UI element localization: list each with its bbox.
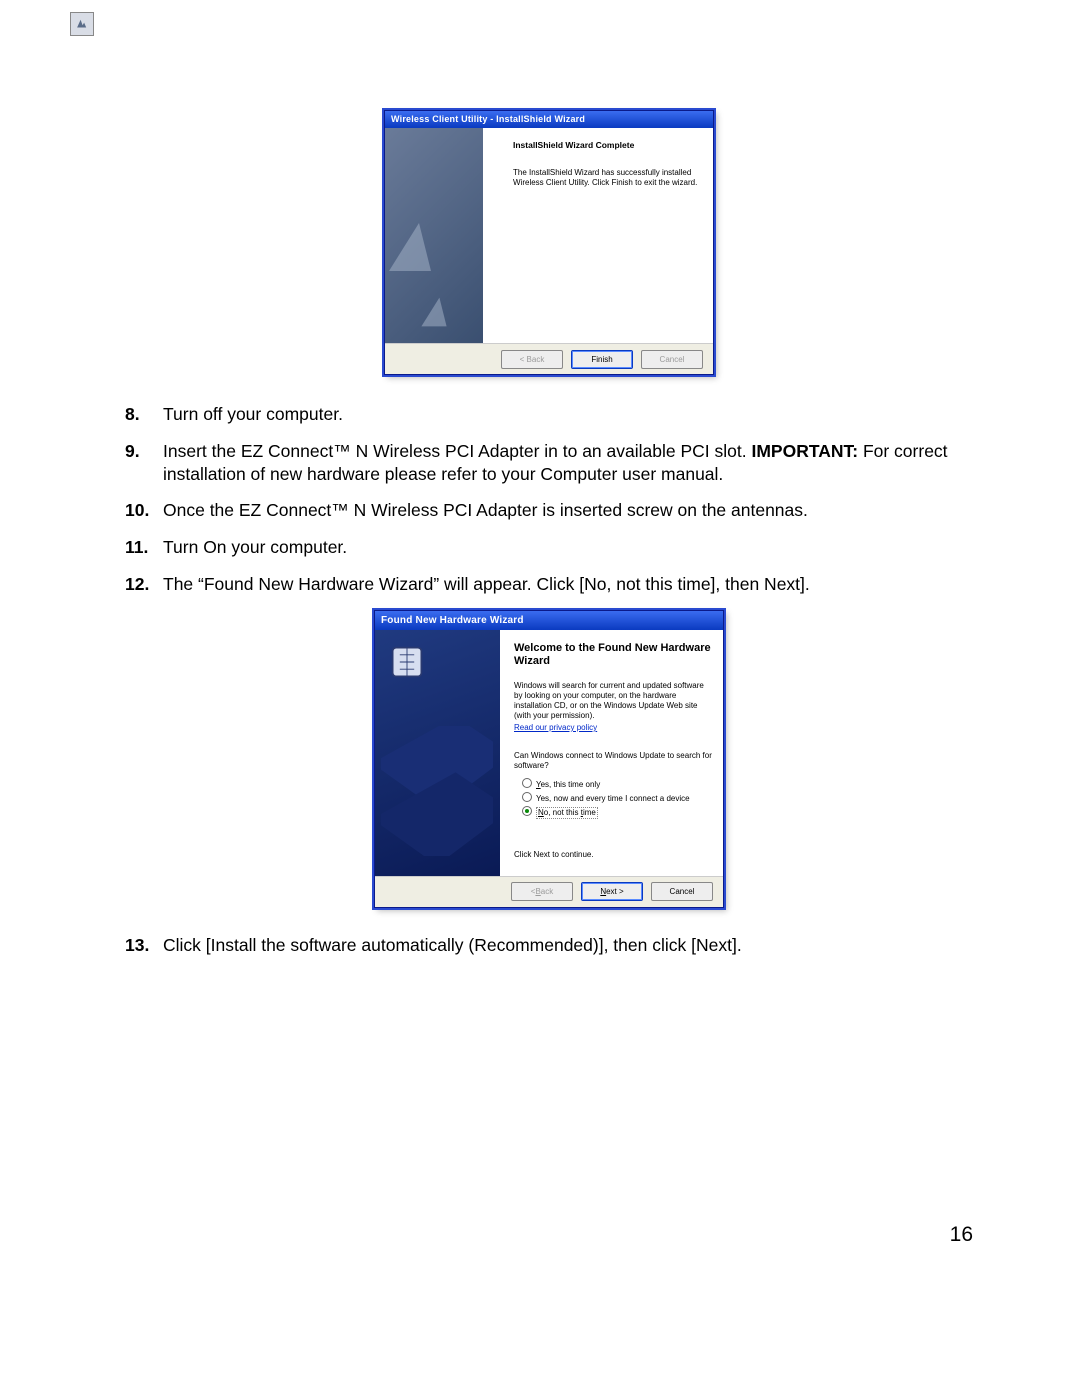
fnhw-back-button[interactable]: < Back bbox=[511, 882, 573, 901]
step-13: 13. Click [Install the software automati… bbox=[125, 934, 973, 957]
installshield-sidebar bbox=[385, 128, 483, 343]
step-8: 8. Turn off your computer. bbox=[125, 403, 973, 426]
privacy-policy-link[interactable]: Read our privacy policy bbox=[514, 723, 597, 733]
found-new-hardware-dialog: Found New Hardware Wizard Welcome to the… bbox=[374, 610, 724, 908]
installshield-logo-icon bbox=[70, 12, 94, 36]
radio-yes-always[interactable]: Yes, now and every time I connect a devi… bbox=[522, 791, 713, 805]
step-9: 9. Insert the EZ Connect™ N Wireless PCI… bbox=[125, 440, 973, 486]
installshield-heading: InstallShield Wizard Complete bbox=[513, 140, 701, 150]
fnhw-heading: Welcome to the Found New Hardware Wizard bbox=[514, 642, 713, 670]
fnhw-sidebar bbox=[375, 630, 500, 876]
instruction-list: 8. Turn off your computer. 9. Insert the… bbox=[125, 403, 973, 596]
installshield-body: The InstallShield Wizard has successfull… bbox=[513, 168, 701, 187]
hardware-icon bbox=[389, 644, 425, 680]
step-11: 11. Turn On your computer. bbox=[125, 536, 973, 559]
step-10: 10. Once the EZ Connect™ N Wireless PCI … bbox=[125, 499, 973, 522]
fnhw-question: Can Windows connect to Windows Update to… bbox=[514, 751, 713, 771]
installshield-titlebar: Wireless Client Utility - InstallShield … bbox=[385, 111, 713, 128]
back-button[interactable]: < Back bbox=[501, 350, 563, 369]
finish-button[interactable]: Finish bbox=[571, 350, 633, 369]
step-12: 12. The “Found New Hardware Wizard” will… bbox=[125, 573, 973, 596]
fnhw-cancel-button[interactable]: Cancel bbox=[651, 882, 713, 901]
fnhw-description: Windows will search for current and upda… bbox=[514, 681, 713, 721]
cancel-button[interactable]: Cancel bbox=[641, 350, 703, 369]
installshield-dialog: Wireless Client Utility - InstallShield … bbox=[384, 110, 714, 375]
fnhw-next-button[interactable]: Next > bbox=[581, 882, 643, 901]
page-number: 16 bbox=[950, 1223, 973, 1247]
fnhw-continue: Click Next to continue. bbox=[514, 850, 713, 860]
instruction-list-cont: 13. Click [Install the software automati… bbox=[125, 934, 973, 957]
fnhw-titlebar: Found New Hardware Wizard bbox=[375, 611, 723, 630]
radio-yes-once[interactable]: Yes, this time only bbox=[522, 777, 713, 791]
radio-no[interactable]: No, not this time bbox=[522, 805, 713, 820]
